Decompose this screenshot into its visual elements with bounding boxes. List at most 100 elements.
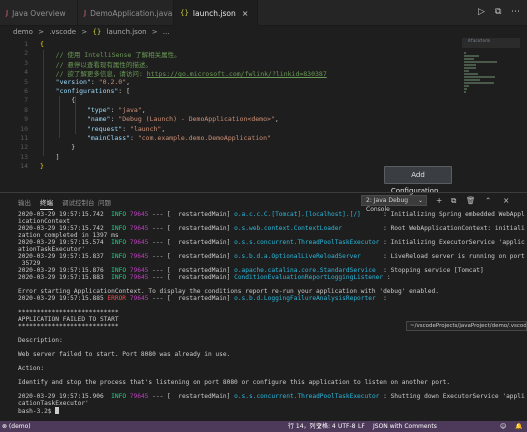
breadcrumb-launch-json[interactable]: launch.json bbox=[107, 28, 147, 36]
tab-output[interactable]: 输出 bbox=[18, 197, 31, 207]
terminal-line: ationTaskExecutor' bbox=[18, 246, 85, 253]
close-panel-icon[interactable]: × bbox=[503, 196, 509, 205]
breadcrumb-more[interactable]: ... bbox=[163, 28, 170, 36]
code-token: : [ bbox=[118, 87, 131, 95]
terminal-line: APPLICATION FAILED TO START bbox=[18, 316, 119, 323]
terminal-token: --- [ restartedMain] bbox=[148, 253, 235, 260]
run-icon[interactable]: ▷ bbox=[478, 7, 485, 17]
java-file-icon: J bbox=[6, 9, 9, 17]
json-file-icon: {} bbox=[180, 9, 189, 17]
terminal-token: o.s.s.concurrent.ThreadPoolTaskExecutor bbox=[234, 239, 380, 246]
minimap-label: Afacotorm bbox=[468, 38, 490, 43]
terminal-token: o.s.s.concurrent.ThreadPoolTaskExecutor bbox=[234, 393, 380, 400]
terminal-select[interactable]: 2: Java Debug Console ⌄ bbox=[361, 195, 427, 213]
code-token: "mainClass" bbox=[86, 134, 131, 142]
close-icon[interactable]: × bbox=[242, 9, 249, 18]
split-terminal-icon[interactable]: ⧉ bbox=[451, 196, 456, 206]
code-token: "configurations" bbox=[55, 87, 119, 95]
java-file-icon: J bbox=[84, 9, 87, 17]
terminal-line: Action: bbox=[18, 365, 44, 372]
terminal-line: 2020-03-29 19:57:15.742 INFO 79645 --- [… bbox=[18, 225, 525, 232]
terminal-token: ConditionEvaluationReportLoggingListener bbox=[234, 274, 384, 281]
more-actions-icon[interactable]: ⋯ bbox=[511, 7, 520, 17]
status-language[interactable]: JSON with Comments bbox=[373, 421, 437, 432]
add-terminal-icon[interactable]: + bbox=[436, 196, 442, 205]
terminal-token: Web server failed to start. Port 8080 wa… bbox=[18, 351, 231, 358]
minimap[interactable]: Afacotorm bbox=[462, 38, 520, 188]
tab-problems[interactable]: 问题 bbox=[98, 197, 111, 207]
chevron-up-icon[interactable]: ⌃ bbox=[485, 196, 491, 205]
trash-icon[interactable]: 🗑 bbox=[466, 196, 476, 205]
code-token: : bbox=[130, 134, 138, 142]
terminal-token: : Shutting down ExecutorService 'appli bbox=[379, 393, 525, 400]
status-eol[interactable]: LF bbox=[358, 421, 365, 432]
line-number: 10 bbox=[20, 124, 28, 133]
feedback-icon[interactable]: ☺ bbox=[500, 421, 506, 432]
tab-debug-console[interactable]: 调试控制台 bbox=[62, 197, 95, 207]
terminal-token: bash-3.2$ bbox=[18, 408, 56, 415]
minimap-line bbox=[464, 91, 466, 93]
terminal-token: 79645 bbox=[129, 211, 149, 218]
terminal-token: INFO bbox=[111, 225, 127, 232]
line-number: 4 bbox=[24, 68, 28, 77]
minimap-line bbox=[464, 76, 495, 78]
split-editor-icon[interactable]: ⧉ bbox=[495, 7, 501, 17]
code-token: ] bbox=[40, 152, 60, 161]
code-line: "type": "java", bbox=[40, 106, 146, 114]
code-token: , bbox=[161, 124, 166, 133]
minimap-line bbox=[464, 58, 474, 60]
terminal-token: INFO bbox=[111, 267, 127, 274]
tab-label: Java Overview bbox=[12, 8, 66, 18]
terminal-output[interactable]: 2020-03-29 19:57:15.742 INFO 79645 --- [… bbox=[0, 211, 527, 421]
code-token: "launch" bbox=[130, 124, 162, 133]
tab-java-overview[interactable]: J Java Overview bbox=[0, 0, 78, 26]
terminal-line: bash-3.2$ bbox=[18, 407, 60, 415]
breadcrumb-demo[interactable]: demo bbox=[13, 28, 33, 36]
status-encoding[interactable]: UTF-8 bbox=[338, 421, 356, 432]
breadcrumb-vscode[interactable]: .vscode bbox=[49, 28, 76, 36]
terminal-token: INFO bbox=[111, 239, 127, 246]
terminal-token: 2020-03-29 19:57:15.574 bbox=[18, 239, 112, 246]
terminal-line: Web server failed to start. Port 8080 wa… bbox=[18, 351, 230, 358]
terminal-token: ERROR bbox=[107, 295, 127, 302]
terminal-token: : bbox=[383, 274, 391, 281]
status-workspace[interactable]: ⊗ (demo) bbox=[2, 421, 31, 432]
terminal-token: zation completed in 1397 ms bbox=[18, 232, 119, 239]
terminal-token: --- [ restartedMain] bbox=[148, 267, 235, 274]
terminal-token: *************************** bbox=[18, 323, 119, 330]
code-token: , bbox=[274, 115, 279, 124]
status-indent[interactable]: 空格: 4 bbox=[316, 421, 336, 432]
terminal-line: Error starting ApplicationContext. To di… bbox=[18, 288, 439, 295]
line-number: 12 bbox=[20, 143, 28, 152]
terminal-line: *************************** bbox=[18, 309, 119, 316]
terminal-token: Action: bbox=[18, 365, 45, 372]
minimap-line bbox=[464, 61, 497, 63]
bell-icon[interactable]: 🔔 bbox=[515, 421, 522, 432]
minimap-line bbox=[464, 88, 467, 90]
add-configuration-button[interactable]: Add Configuration... bbox=[384, 166, 452, 195]
terminal-token: o.s.b.d.LoggingFailureAnalysisReporter bbox=[234, 295, 376, 302]
terminal-token: o.s.b.d.a.OptionalLiveReloadServer bbox=[234, 253, 361, 260]
tab-demo-application[interactable]: J DemoApplication.java bbox=[78, 0, 174, 26]
code-token: "request" bbox=[86, 124, 123, 133]
terminal-token: INFO bbox=[111, 274, 127, 281]
terminal-line: Description: bbox=[18, 337, 63, 344]
tab-label: DemoApplication.java bbox=[90, 8, 173, 18]
code-token: : bbox=[90, 77, 99, 86]
terminal-line: 2020-03-29 19:57:15.837 INFO 79645 --- [… bbox=[18, 253, 525, 260]
code-link[interactable]: https://go.microsoft.com/fwlink/?linkid=… bbox=[147, 70, 327, 78]
terminal-token: icationContext bbox=[18, 218, 71, 225]
code-token: } bbox=[40, 143, 76, 152]
tab-terminal[interactable]: 终端 bbox=[40, 197, 53, 210]
code-line: ] bbox=[40, 153, 60, 161]
terminal-token: --- [ restartedMain] bbox=[148, 239, 235, 246]
tab-launch-json[interactable]: {} launch.json × bbox=[174, 0, 258, 26]
code-token: : bbox=[122, 124, 131, 133]
tab-label: launch.json bbox=[192, 8, 236, 18]
terminal-token: 2020-03-29 19:57:15.876 bbox=[18, 267, 112, 274]
minimap-line bbox=[464, 52, 466, 54]
chevron-right-icon: > bbox=[38, 28, 44, 36]
